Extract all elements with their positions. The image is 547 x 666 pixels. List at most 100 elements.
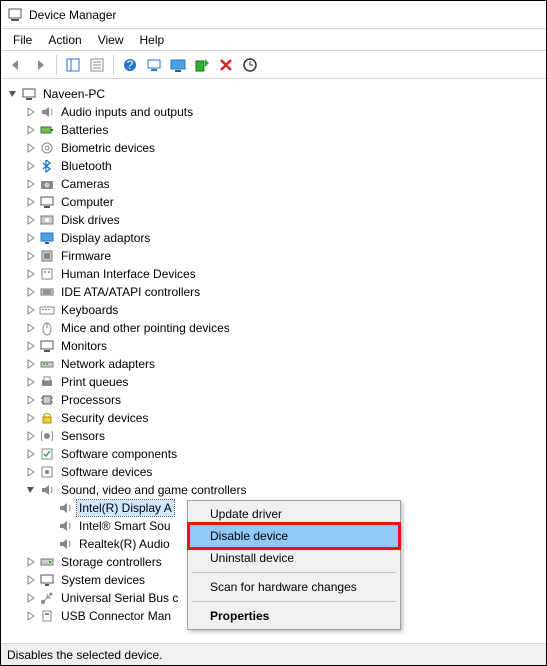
expander-icon[interactable]: [25, 322, 37, 334]
tree-category[interactable]: Software devices: [3, 463, 544, 481]
scan-hardware-button[interactable]: [239, 54, 261, 76]
softdev-icon: [39, 464, 55, 480]
audio-icon: [57, 518, 73, 534]
expander-icon[interactable]: [25, 574, 37, 586]
system-icon: [39, 572, 55, 588]
tree-category[interactable]: Mice and other pointing devices: [3, 319, 544, 337]
category-label: Batteries: [59, 122, 110, 138]
tree-category[interactable]: Print queues: [3, 373, 544, 391]
expander-icon[interactable]: [7, 88, 19, 100]
tree-category[interactable]: IDE ATA/ATAPI controllers: [3, 283, 544, 301]
menu-view[interactable]: View: [90, 31, 132, 49]
expander-icon[interactable]: [25, 412, 37, 424]
expander-icon[interactable]: [25, 556, 37, 568]
tree-category[interactable]: Display adaptors: [3, 229, 544, 247]
expander-icon[interactable]: [25, 340, 37, 352]
expander-icon[interactable]: [25, 214, 37, 226]
tree-category[interactable]: Sound, video and game controllers: [3, 481, 544, 499]
tree-category[interactable]: Bluetooth: [3, 157, 544, 175]
tree-category[interactable]: Batteries: [3, 121, 544, 139]
hid-icon: [39, 266, 55, 282]
tree-category[interactable]: Sensors: [3, 427, 544, 445]
tree-category[interactable]: Security devices: [3, 409, 544, 427]
tree-category[interactable]: Audio inputs and outputs: [3, 103, 544, 121]
menu-help[interactable]: Help: [132, 31, 173, 49]
device-label: Intel® Smart Sou: [77, 518, 173, 534]
expander-icon[interactable]: [25, 592, 37, 604]
titlebar: Device Manager: [1, 1, 546, 29]
category-label: Bluetooth: [59, 158, 114, 174]
root-label: Naveen-PC: [41, 86, 107, 102]
menu-action[interactable]: Action: [40, 31, 89, 49]
category-label: Software devices: [59, 464, 154, 480]
expander-icon[interactable]: [25, 376, 37, 388]
computer-icon: [39, 194, 55, 210]
expander-icon[interactable]: [25, 358, 37, 370]
audio-icon: [57, 536, 73, 552]
category-label: Security devices: [59, 410, 150, 426]
expander-icon[interactable]: [25, 160, 37, 172]
show-hide-tree-button[interactable]: [62, 54, 84, 76]
expander-icon[interactable]: [25, 448, 37, 460]
context-menu-item[interactable]: Disable device: [187, 522, 401, 550]
expander-icon[interactable]: [25, 106, 37, 118]
tree-category[interactable]: Monitors: [3, 337, 544, 355]
tree-category[interactable]: Processors: [3, 391, 544, 409]
expander-icon[interactable]: [25, 196, 37, 208]
ide-icon: [39, 284, 55, 300]
context-menu-item[interactable]: Uninstall device: [190, 547, 398, 569]
audio-icon: [57, 500, 73, 516]
category-label: Disk drives: [59, 212, 122, 228]
forward-button[interactable]: [29, 54, 51, 76]
disk-icon: [39, 212, 55, 228]
tree-root[interactable]: Naveen-PC: [3, 85, 544, 103]
expander-icon[interactable]: [25, 232, 37, 244]
category-label: Network adapters: [59, 356, 157, 372]
category-label: Audio inputs and outputs: [59, 104, 195, 120]
expander-icon[interactable]: [25, 430, 37, 442]
expander-icon[interactable]: [25, 268, 37, 280]
expander-icon[interactable]: [25, 484, 37, 496]
audio-icon: [39, 482, 55, 498]
tree-category[interactable]: Firmware: [3, 247, 544, 265]
tree-category[interactable]: Human Interface Devices: [3, 265, 544, 283]
category-label: Firmware: [59, 248, 113, 264]
statusbar: Disables the selected device.: [1, 643, 546, 665]
disable-device-button[interactable]: [215, 54, 237, 76]
tree-category[interactable]: Software components: [3, 445, 544, 463]
expander-icon[interactable]: [25, 286, 37, 298]
context-menu-item[interactable]: Properties: [190, 605, 398, 627]
expander-icon[interactable]: [25, 142, 37, 154]
tree-category[interactable]: Disk drives: [3, 211, 544, 229]
monitor-button[interactable]: [167, 54, 189, 76]
back-button[interactable]: [5, 54, 27, 76]
usbconn-icon: [39, 608, 55, 624]
keyboard-icon: [39, 302, 55, 318]
window-title: Device Manager: [29, 8, 116, 22]
category-label: Processors: [59, 392, 123, 408]
context-menu-item[interactable]: Scan for hardware changes: [190, 576, 398, 598]
expander-icon[interactable]: [25, 304, 37, 316]
expander-icon[interactable]: [25, 124, 37, 136]
biometric-icon: [39, 140, 55, 156]
category-label: Software components: [59, 446, 179, 462]
tree-category[interactable]: Network adapters: [3, 355, 544, 373]
enable-device-button[interactable]: [191, 54, 213, 76]
expander-icon[interactable]: [25, 466, 37, 478]
properties-button[interactable]: [86, 54, 108, 76]
tree-category[interactable]: Computer: [3, 193, 544, 211]
menu-file[interactable]: File: [5, 31, 40, 49]
tree-category[interactable]: Keyboards: [3, 301, 544, 319]
expander-icon[interactable]: [25, 250, 37, 262]
expander-icon[interactable]: [25, 394, 37, 406]
category-label: IDE ATA/ATAPI controllers: [59, 284, 202, 300]
tree-category[interactable]: Biometric devices: [3, 139, 544, 157]
print-icon: [39, 374, 55, 390]
help-button[interactable]: ?: [119, 54, 141, 76]
tree-category[interactable]: Cameras: [3, 175, 544, 193]
mouse-icon: [39, 320, 55, 336]
expander-icon[interactable]: [25, 610, 37, 622]
category-label: Print queues: [59, 374, 130, 390]
update-driver-button[interactable]: [143, 54, 165, 76]
expander-icon[interactable]: [25, 178, 37, 190]
